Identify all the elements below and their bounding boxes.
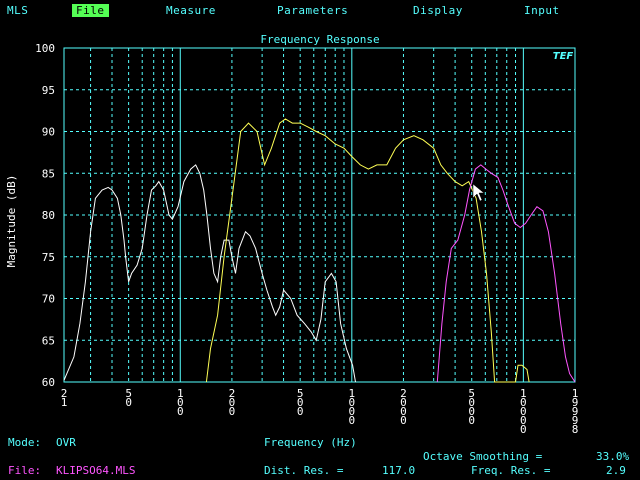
series-line-2 <box>205 118 530 383</box>
frequency-response-chart: 60 65 70 75 80 85 90 95 100 2 1 5 0 1 0 0 2 0 0 5 0 0 1 0 0 0 2 0 0… <box>5 33 579 436</box>
x-tick-label: 19998 <box>572 387 579 436</box>
x-tick-label: 2000 <box>400 387 407 427</box>
x-tick-label: 100 <box>177 387 184 418</box>
freq-res-label: Freq. Res. = <box>471 464 551 477</box>
octave-smoothing-value: 33.0% <box>596 450 630 463</box>
mode-label: Mode: <box>8 436 42 449</box>
x-tick-label: 21 <box>61 387 68 409</box>
x-tick-label: 10000 <box>520 387 527 436</box>
chart-title: Frequency Response <box>260 33 379 46</box>
x-tick-label: 500 <box>297 387 304 418</box>
dist-res-label: Dist. Res. = <box>264 464 344 477</box>
y-tick-label: 70 <box>42 293 55 306</box>
mouse-cursor-icon <box>472 183 485 202</box>
y-tick-label: 100 <box>35 42 55 55</box>
y-tick-label: 85 <box>42 167 55 180</box>
y-tick-label: 90 <box>42 126 55 139</box>
y-tick-label: 95 <box>42 84 55 97</box>
tef-logo: TEF <box>553 51 574 62</box>
y-ticks: 60 65 70 75 80 85 90 95 100 <box>35 42 55 389</box>
x-tick-label: 50 <box>125 387 132 409</box>
y-tick-label: 60 <box>42 376 55 389</box>
y-tick-label: 65 <box>42 334 55 347</box>
series-line-1 <box>63 164 356 383</box>
mode-value: OVR <box>56 436 76 449</box>
freq-res-value: 2.9 <box>606 464 626 477</box>
x-axis-label: Frequency (Hz) <box>264 436 357 449</box>
dist-res-value: 117.0 <box>382 464 416 477</box>
file-name: KLIPSO64.MLS <box>56 464 136 477</box>
y-axis-label: Magnitude (dB) <box>5 175 18 268</box>
x-tick-label: 5000 <box>468 387 475 427</box>
y-tick-label: 80 <box>42 209 55 222</box>
grid <box>64 48 575 382</box>
x-ticks: 2 1 5 0 1 0 0 2 0 0 5 0 0 1 0 0 0 2 0 0 0 5 0 0 0 1 0 0 0 0 1 9 9 9 8 <box>61 387 579 436</box>
x-tick-label: 200 <box>229 387 236 418</box>
octave-smoothing-label: Octave Smoothing = <box>423 450 543 463</box>
x-tick-label: 1000 <box>349 387 356 427</box>
series-line-3 <box>436 164 576 383</box>
series-group <box>63 118 576 383</box>
y-tick-label: 75 <box>42 251 55 264</box>
file-label: File: <box>8 464 42 477</box>
